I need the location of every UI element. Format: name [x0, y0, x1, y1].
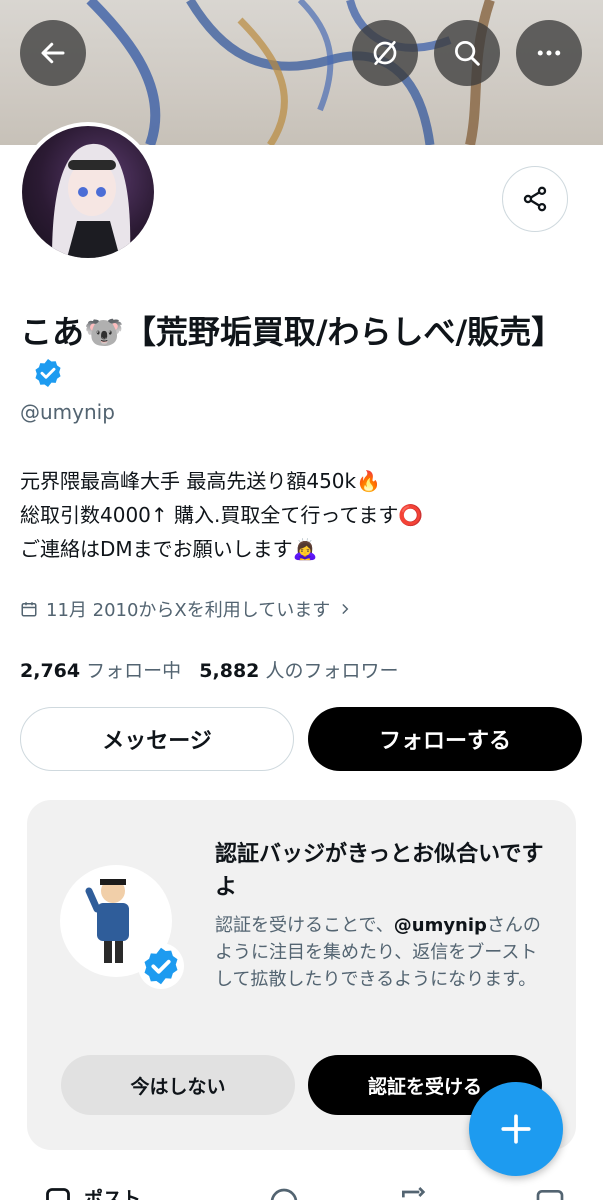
card-body: 認証を受けることで、@umynipさんのように注目を集めたり、返信をブーストして… — [215, 912, 555, 993]
hide-banner-icon — [373, 41, 397, 65]
reposts-tab-icon[interactable] — [398, 1184, 430, 1200]
plus-icon — [501, 1114, 531, 1144]
share-button[interactable] — [502, 166, 568, 232]
hide-banner-button[interactable] — [352, 20, 418, 86]
following-count: 2,764 — [20, 660, 81, 682]
bio-line: 総取引数4000↑ 購入.買取全て行ってます⭕️ — [20, 503, 424, 527]
followers-link[interactable]: 5,882 人のフォロワー — [199, 660, 398, 682]
avatar[interactable] — [18, 122, 158, 262]
profile-handle: @umynip — [20, 400, 115, 424]
message-button[interactable]: メッセージ — [20, 707, 294, 771]
compose-post-button[interactable] — [469, 1082, 563, 1176]
more-icon — [537, 50, 561, 56]
avatar-image — [22, 126, 154, 258]
following-link[interactable]: 2,764 フォロー中 — [20, 660, 181, 682]
profile-name: こあ🐨【荒野垢買取/わらしべ/販売】 — [20, 310, 580, 400]
joined-text: 11月 2010からXを利用しています — [46, 600, 331, 621]
verified-badge-icon — [138, 943, 184, 989]
search-button[interactable] — [434, 20, 500, 86]
tab-posts[interactable]: ポスト — [84, 1184, 141, 1200]
card-body-prefix: 認証を受けることで、 — [215, 915, 394, 936]
chevron-right-icon — [342, 604, 349, 614]
joined-date[interactable]: 11月 2010からXを利用しています — [20, 596, 352, 622]
profile-bio: 元界隈最高峰大手 最高先送り額450k🔥 総取引数4000↑ 購入.買取全て行っ… — [20, 464, 580, 566]
not-now-button[interactable]: 今はしない — [61, 1055, 295, 1115]
arrow-left-icon — [41, 42, 65, 64]
card-body-handle: @umynip — [393, 915, 487, 936]
replies-tab-icon[interactable] — [268, 1186, 300, 1200]
follow-button[interactable]: フォローする — [308, 707, 582, 771]
profile-name-text: こあ🐨【荒野垢買取/わらしべ/販売】 — [20, 313, 564, 351]
bio-line: 元界隈最高峰大手 最高先送り額450k🔥 — [20, 469, 382, 493]
profile-tabs: ポスト — [0, 1180, 603, 1200]
bio-line: ご連絡はDMまでお願いします🙇‍♀️ — [20, 537, 318, 561]
search-icon — [455, 41, 480, 66]
share-icon — [523, 186, 547, 212]
more-button[interactable] — [516, 20, 582, 86]
followers-label: 人のフォロワー — [265, 660, 399, 682]
verified-badge-icon[interactable] — [32, 356, 64, 400]
calendar-icon — [21, 602, 37, 617]
media-tab-icon[interactable] — [534, 1186, 566, 1200]
followers-count: 5,882 — [199, 660, 260, 682]
back-button[interactable] — [20, 20, 86, 86]
following-label: フォロー中 — [86, 660, 182, 682]
posts-tab-icon[interactable] — [44, 1186, 72, 1200]
follow-stats: 2,764 フォロー中 5,882 人のフォロワー — [20, 656, 398, 683]
card-title: 認証バッジがきっとお似合いですよ — [215, 842, 544, 900]
